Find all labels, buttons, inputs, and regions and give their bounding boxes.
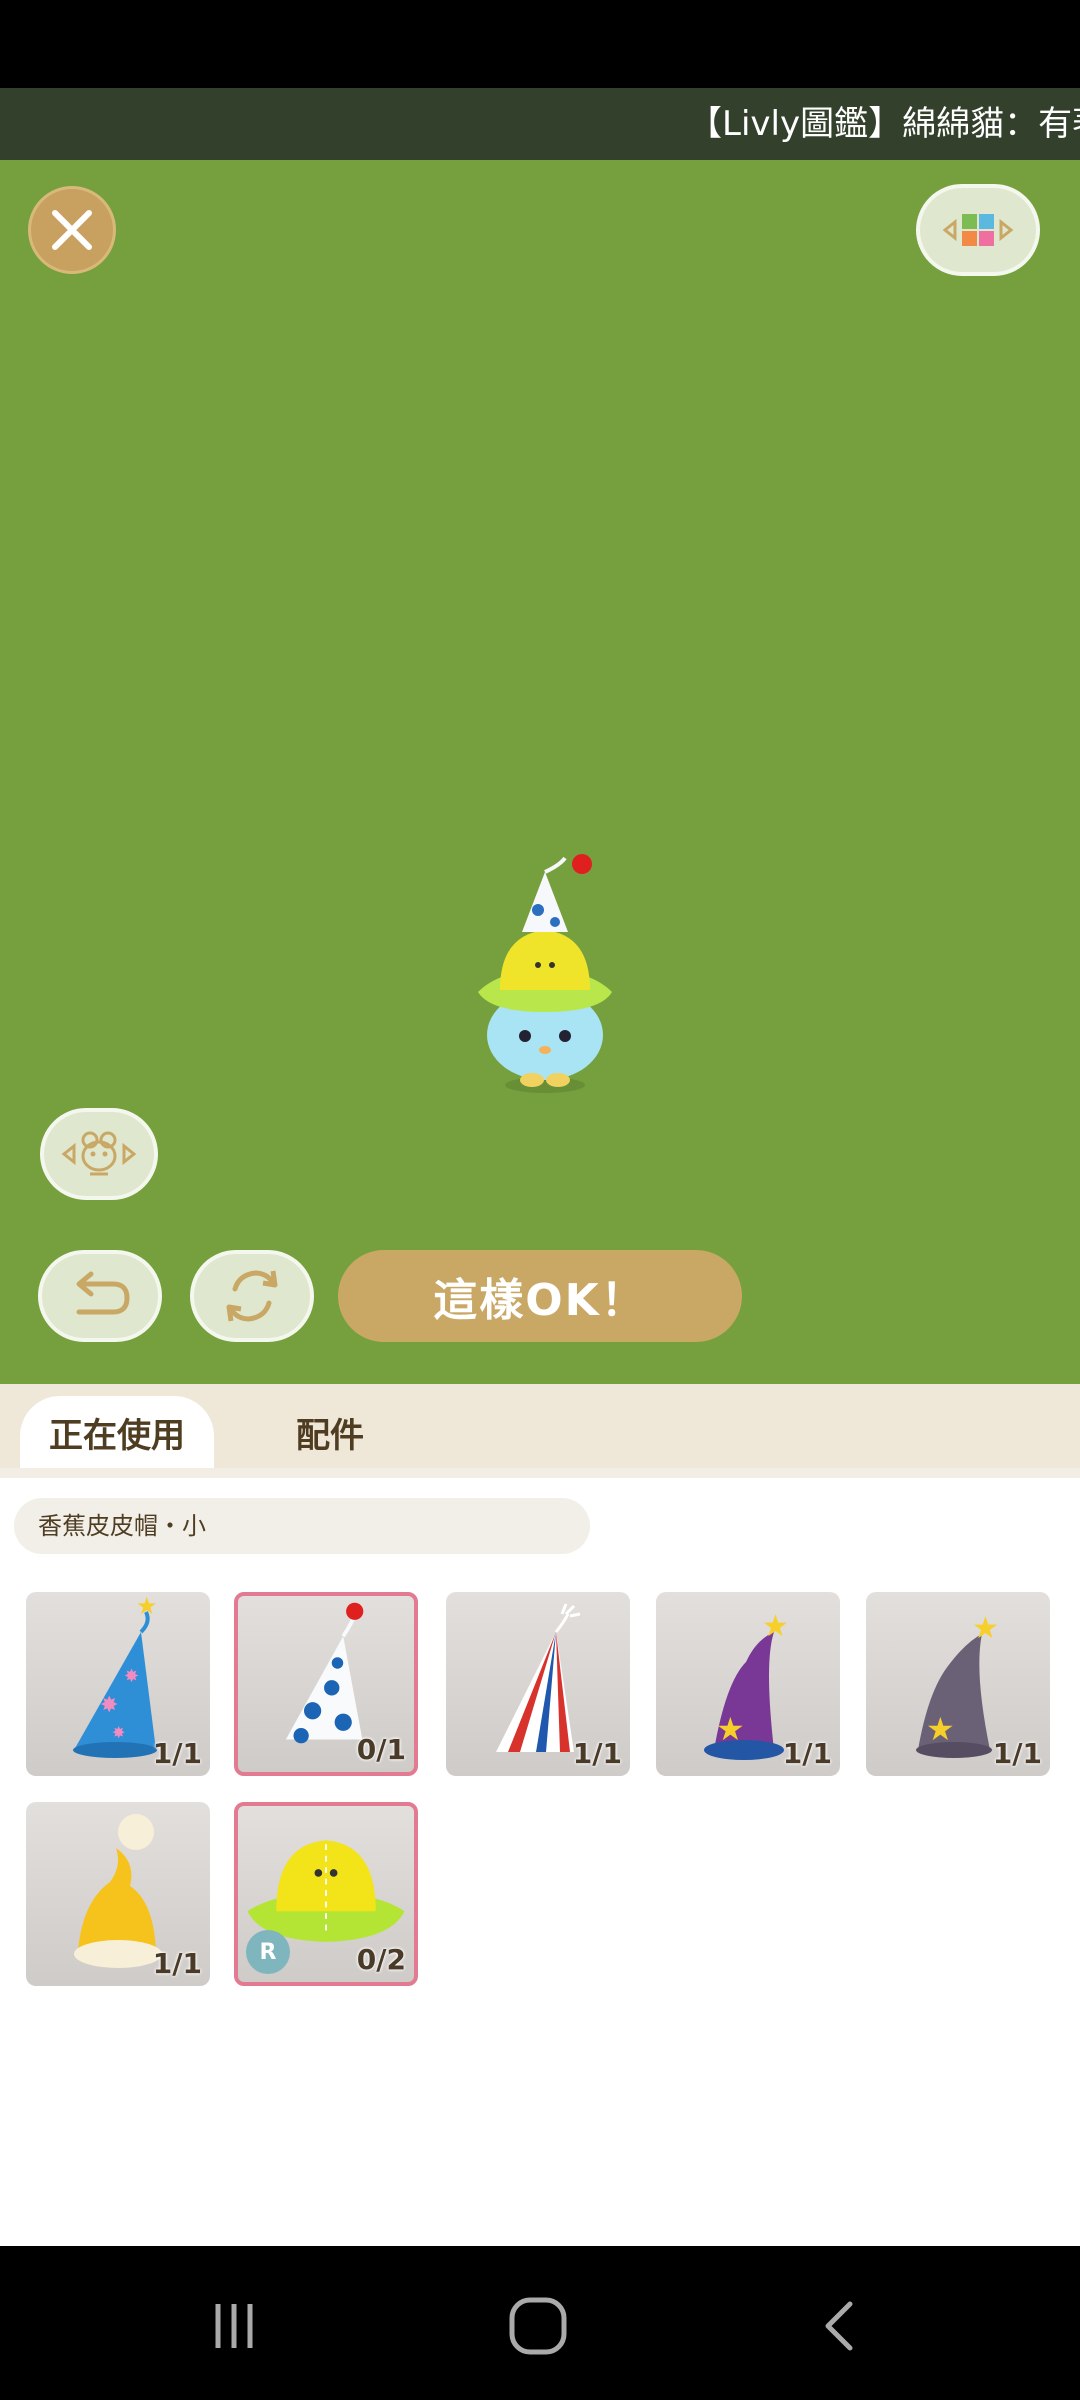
outfit-tabs: 正在使用 配件 xyxy=(0,1384,1080,1468)
item-count: 1/1 xyxy=(152,1947,202,1980)
svg-text:★: ★ xyxy=(972,1611,999,1646)
tab-accessories[interactable]: 配件 xyxy=(250,1396,410,1468)
rarity-badge: R xyxy=(246,1930,290,1974)
home-icon xyxy=(509,2297,567,2355)
close-icon xyxy=(52,210,92,250)
back-icon xyxy=(825,2301,853,2351)
back-button[interactable] xyxy=(800,2286,880,2366)
refresh-icon xyxy=(226,1270,278,1322)
confirm-outfit-button[interactable]: 這樣OK！ xyxy=(338,1250,742,1342)
bear-face-icon xyxy=(61,1131,137,1176)
item-count: 0/1 xyxy=(356,1733,406,1766)
recents-button[interactable] xyxy=(194,2286,274,2366)
item-card[interactable]: ★ ★ 1/1 xyxy=(866,1592,1050,1776)
item-card-selected[interactable]: R 0/2 xyxy=(234,1802,418,1986)
svg-text:✸: ✸ xyxy=(100,1693,118,1718)
ticker-text: 【Livly圖鑑】綿綿貓：有著 xyxy=(688,104,1080,144)
item-card-selected[interactable]: 0/1 xyxy=(234,1592,418,1776)
svg-text:✸: ✸ xyxy=(112,1723,125,1742)
item-count: 0/2 xyxy=(356,1943,406,1976)
system-nav-bar xyxy=(0,2246,1080,2400)
svg-text:★: ★ xyxy=(926,1710,955,1748)
svg-text:✸: ✸ xyxy=(124,1666,139,1687)
item-card[interactable]: ★ ★ 1/1 xyxy=(656,1592,840,1776)
livly-swap-button[interactable] xyxy=(40,1108,158,1200)
item-count: 1/1 xyxy=(572,1737,622,1770)
svg-text:★: ★ xyxy=(716,1710,745,1748)
tab-in-use[interactable]: 正在使用 xyxy=(20,1396,214,1468)
palette-swap-icon xyxy=(942,214,1014,246)
item-count: 1/1 xyxy=(992,1737,1042,1770)
undo-icon xyxy=(76,1271,130,1315)
svg-text:★: ★ xyxy=(762,1609,789,1644)
news-ticker[interactable]: 【Livly圖鑑】綿綿貓：有著 xyxy=(0,88,1080,160)
item-card[interactable]: ✸ ✸ ✸ ★ 1/1 xyxy=(26,1592,210,1776)
home-button[interactable] xyxy=(498,2286,578,2366)
status-bar xyxy=(0,0,1080,88)
selected-item-name: 香蕉皮皮帽・小 xyxy=(14,1498,590,1554)
dress-up-stage xyxy=(0,160,1080,1384)
livly-character[interactable] xyxy=(460,840,630,1100)
palette-toggle-button[interactable] xyxy=(916,184,1040,276)
item-card[interactable]: 1/1 xyxy=(446,1592,630,1776)
recents-icon xyxy=(215,2304,253,2348)
reset-button[interactable] xyxy=(190,1250,314,1342)
item-card[interactable]: 1/1 xyxy=(26,1802,210,1986)
item-count: 1/1 xyxy=(152,1737,202,1770)
close-button[interactable] xyxy=(28,186,116,274)
undo-button[interactable] xyxy=(38,1250,162,1342)
svg-text:★: ★ xyxy=(136,1592,158,1620)
item-count: 1/1 xyxy=(782,1737,832,1770)
